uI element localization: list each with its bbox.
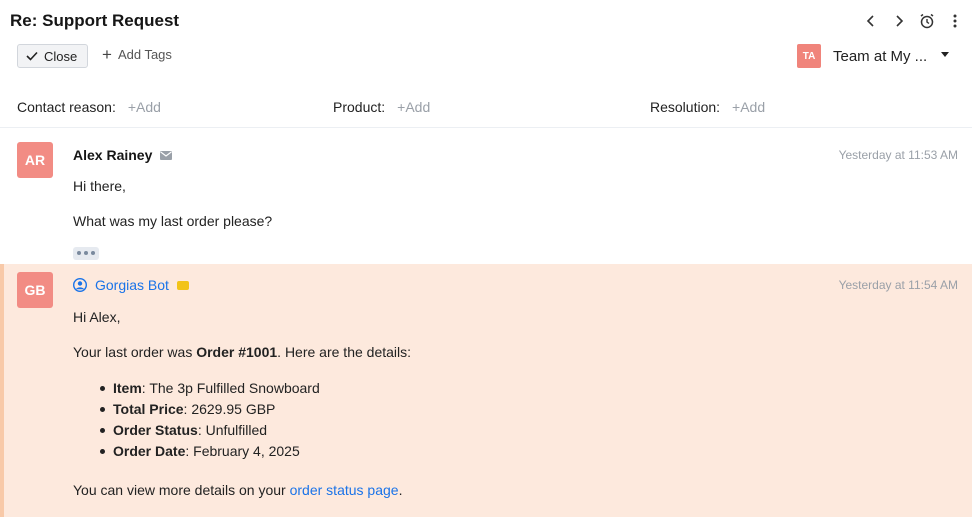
team-selector[interactable]: TA Team at My ...: [797, 44, 949, 68]
team-name: Team at My ...: [833, 47, 928, 65]
order-number: Order #1001: [196, 344, 278, 360]
user-circle-icon: [73, 278, 87, 292]
field-add-button[interactable]: +Add: [397, 99, 430, 115]
email-icon: [160, 150, 173, 160]
header-actions: [860, 11, 966, 31]
message-timestamp: Yesterday at 11:54 AM: [838, 278, 958, 292]
order-details-list: Item: The 3p Fulfilled Snowboard Total P…: [73, 378, 411, 462]
message-bot: GB Gorgias Bot Yesterday at 11:54 AM Hi …: [0, 264, 972, 517]
caret-down-icon: [941, 52, 949, 57]
check-icon: [26, 51, 38, 61]
avatar: AR: [17, 142, 53, 178]
field-label: Product:: [333, 99, 386, 115]
list-item: Order Date: February 4, 2025: [73, 441, 411, 462]
field-resolution: Resolution: +Add: [650, 99, 765, 115]
ticket-title: Re: Support Request: [10, 11, 180, 30]
field-add-button[interactable]: +Add: [128, 99, 161, 115]
field-label: Resolution:: [650, 99, 721, 115]
field-add-button[interactable]: +Add: [732, 99, 765, 115]
list-item: Item: The 3p Fulfilled Snowboard: [73, 378, 411, 399]
chevron-left-icon[interactable]: [860, 11, 882, 31]
message-line: Hi there,: [73, 178, 126, 194]
message-footer: You can view more details on your order …: [73, 482, 403, 498]
bot-message-accent: [0, 264, 4, 517]
internal-note-icon: [176, 280, 189, 290]
sender: Alex Rainey: [73, 147, 173, 163]
plus-icon: +: [102, 44, 112, 64]
message-body: Hi there, What was my last order please?: [73, 179, 272, 260]
add-tags-button[interactable]: + Add Tags: [102, 44, 172, 64]
close-button-label: Close: [44, 48, 78, 64]
field-contact-reason: Contact reason: +Add: [17, 99, 161, 115]
add-tags-label: Add Tags: [117, 47, 172, 62]
field-label: Contact reason:: [17, 99, 116, 115]
order-status-link[interactable]: order status page: [290, 482, 399, 498]
message-greeting: Hi Alex,: [73, 309, 121, 325]
message-intro: Your last order was Order #1001. Here ar…: [73, 344, 412, 360]
message-body: Hi Alex, Your last order was Order #1001…: [73, 310, 411, 517]
ticket-header: Re: Support Request Close + Add Tags TA …: [0, 0, 972, 128]
message-line: What was my last order please?: [73, 213, 273, 229]
team-avatar: TA: [797, 44, 821, 68]
sender: Gorgias Bot: [73, 277, 189, 293]
chevron-right-icon[interactable]: [888, 11, 910, 31]
more-vertical-icon[interactable]: [944, 11, 966, 31]
expand-quoted-button[interactable]: [73, 246, 99, 260]
avatar: GB: [17, 272, 53, 308]
message-timestamp: Yesterday at 11:53 AM: [838, 148, 958, 162]
sender-name[interactable]: Alex Rainey: [73, 147, 152, 163]
close-button[interactable]: Close: [17, 44, 88, 68]
list-item: Total Price: 2629.95 GBP: [73, 399, 411, 420]
ticket-fields: Contact reason: +Add Product: +Add Resol…: [0, 99, 972, 119]
field-product: Product: +Add: [333, 99, 430, 115]
message-customer: AR Alex Rainey Yesterday at 11:53 AM Hi …: [0, 129, 972, 264]
sender-name[interactable]: Gorgias Bot: [95, 277, 169, 293]
list-item: Order Status: Unfulfilled: [73, 420, 411, 441]
alarm-clock-icon[interactable]: [916, 11, 938, 31]
